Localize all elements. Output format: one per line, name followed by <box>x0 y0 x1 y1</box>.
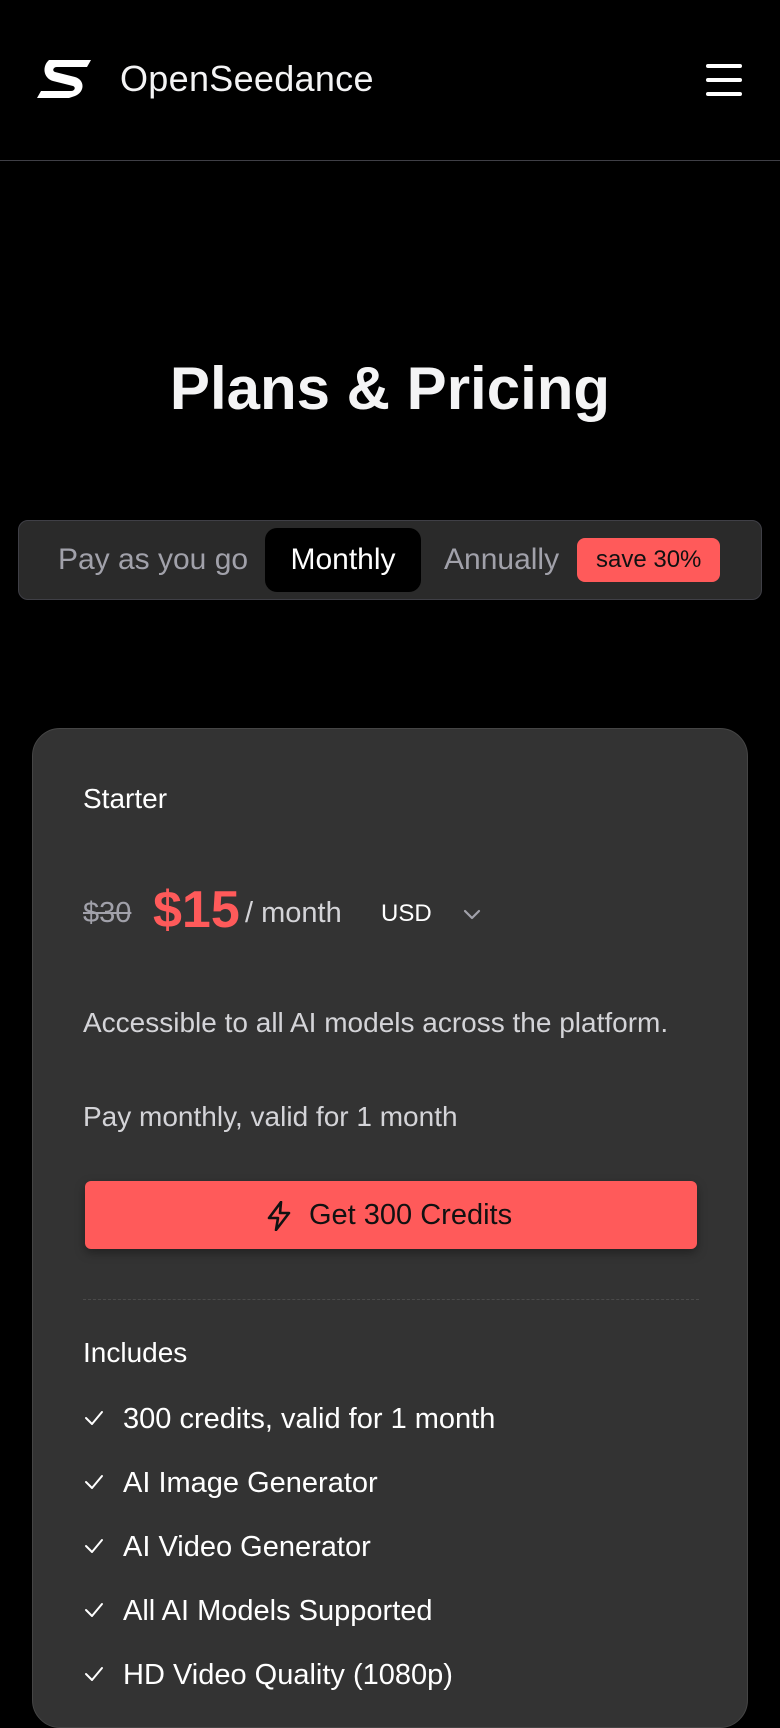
original-price: $30 <box>83 897 132 929</box>
get-credits-label: Get 300 Credits <box>309 1199 513 1231</box>
includes-heading: Includes <box>83 1337 188 1368</box>
currency-value: USD <box>381 900 432 927</box>
check-icon <box>85 1603 103 1617</box>
feature-label: All AI Models Supported <box>123 1595 433 1627</box>
divider <box>83 1299 699 1300</box>
check-icon <box>85 1475 103 1489</box>
current-price: $15 <box>153 881 240 939</box>
top-nav: OpenSeedance <box>0 0 780 161</box>
feature-label: 300 credits, valid for 1 month <box>123 1403 496 1435</box>
page-title: Plans & Pricing <box>169 355 611 422</box>
tab-pay-as-you-go[interactable]: Pay as you go <box>49 528 257 592</box>
plan-name: Starter <box>83 783 168 814</box>
check-icon <box>85 1411 103 1425</box>
save-badge: save 30% <box>577 538 721 582</box>
tab-annually-label: Annually <box>444 543 560 576</box>
hamburger-menu-icon[interactable] <box>700 56 748 104</box>
feature-label: AI Image Generator <box>123 1467 378 1499</box>
s-logo-icon[interactable] <box>35 58 93 100</box>
brand-name[interactable]: OpenSeedance <box>120 56 374 102</box>
check-icon <box>85 1667 103 1681</box>
feature-label: HD Video Quality (1080p) <box>123 1659 453 1691</box>
billing-period-toggle: Pay as you go Monthly Annually save 30% <box>18 520 762 600</box>
plan-card-starter: Starter $30 $15 / month USD Accessible t… <box>32 728 748 1728</box>
billing-period: / month <box>245 897 342 929</box>
tab-monthly[interactable]: Monthly <box>265 528 421 592</box>
get-credits-button[interactable]: Get 300 Credits <box>85 1181 697 1249</box>
plan-validity: Pay monthly, valid for 1 month <box>83 1101 458 1132</box>
plan-description: Accessible to all AI models across the p… <box>83 1007 669 1038</box>
currency-select[interactable]: USD <box>363 883 495 945</box>
lightning-bolt-icon <box>267 1201 291 1231</box>
chevron-down-icon <box>463 909 481 920</box>
check-icon <box>85 1539 103 1553</box>
feature-label: AI Video Generator <box>123 1531 371 1563</box>
